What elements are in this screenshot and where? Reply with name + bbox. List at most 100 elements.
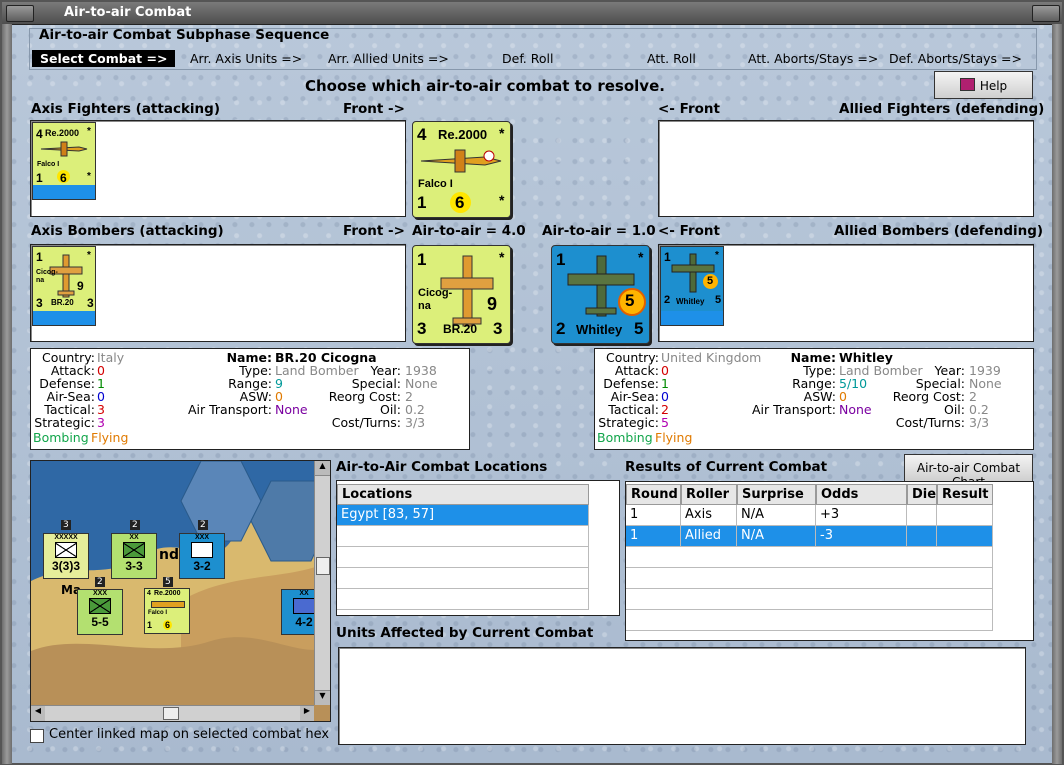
axis-bomber-counter-small[interactable]: 1 * Cicog- na 9 3 BR.20 3 bbox=[32, 246, 96, 326]
results-cell[interactable]: 1 bbox=[626, 505, 681, 526]
counter-name: Cicog- na bbox=[36, 269, 58, 284]
scroll-up-arrow-icon[interactable]: ▲ bbox=[315, 461, 330, 476]
scroll-thumb[interactable] bbox=[163, 707, 179, 720]
counter-strategic: 5 bbox=[625, 291, 635, 310]
results-col-header[interactable]: Result bbox=[937, 484, 993, 505]
axis-bombers-panel[interactable]: 1 * Cicog- na 9 3 BR.20 3 bbox=[30, 244, 406, 342]
bombing-flag: Bombing bbox=[597, 430, 653, 445]
counter-star: * bbox=[499, 249, 505, 265]
air-to-air-combat-chart-button[interactable]: Air-to-air Combat Chart bbox=[904, 454, 1033, 489]
cost-turns-label: Cost/Turns: bbox=[895, 415, 965, 430]
front-left-label-2: <- Front bbox=[658, 223, 720, 239]
results-cell[interactable]: N/A bbox=[737, 505, 816, 526]
window-close-button[interactable] bbox=[1032, 5, 1060, 22]
results-col-header[interactable]: Round bbox=[626, 484, 681, 505]
location-row[interactable]: Egypt [83, 57] bbox=[337, 505, 589, 526]
fighter-plane-icon bbox=[420, 149, 502, 173]
units-affected-heading: Units Affected by Current Combat bbox=[336, 625, 594, 641]
results-col-header[interactable]: Odds bbox=[816, 484, 907, 505]
cost-turns-value: 3/3 bbox=[405, 415, 426, 430]
axis-fighter-counter-small[interactable]: 4 Re.2000 * Falco I 1 6 * bbox=[32, 122, 96, 200]
counter-star: * bbox=[715, 250, 719, 261]
allied-unit-info-panel: Country: United Kingdom Attack: 0 Defens… bbox=[594, 348, 1034, 450]
results-cell[interactable]: +3 bbox=[816, 505, 907, 526]
counter-range: 6 bbox=[455, 193, 465, 212]
counter-star-2: * bbox=[87, 171, 91, 182]
counter-subname: Falco I bbox=[418, 178, 453, 190]
map-air-counter[interactable]: 4 Re.2000 Falco I 1 6 bbox=[144, 588, 190, 634]
allied-bombers-panel[interactable]: 1 * 5 2 Whitley 5 bbox=[658, 244, 1034, 342]
results-cell[interactable] bbox=[937, 505, 993, 526]
location-row-empty bbox=[337, 547, 589, 568]
window-title: Air-to-air Combat bbox=[64, 5, 192, 20]
results-cell[interactable] bbox=[907, 505, 937, 526]
map-unit-counter[interactable]: XXX 5-5 bbox=[77, 589, 123, 635]
allied-bombers-label: Allied Bombers (defending) bbox=[834, 223, 1044, 239]
unit-size: XX bbox=[129, 534, 139, 541]
results-col-header[interactable]: Die bbox=[907, 484, 937, 505]
results-cell[interactable]: 1 bbox=[626, 526, 681, 547]
step-select-combat: Select Combat => bbox=[32, 50, 176, 67]
map-place-label: nd bbox=[159, 547, 179, 563]
strategic-label: Strategic: bbox=[34, 415, 95, 430]
stack-count: 2 bbox=[198, 520, 208, 530]
center-map-checkbox[interactable] bbox=[30, 729, 44, 743]
counter-defense: 1 bbox=[147, 620, 153, 630]
allied-bomber-counter-small[interactable]: 1 * 5 2 Whitley 5 bbox=[660, 246, 724, 326]
map-horizontal-scrollbar[interactable]: ◀ ▶ bbox=[31, 705, 314, 721]
axis-fighters-label: Axis Fighters (attacking) bbox=[31, 101, 220, 117]
locations-column-header[interactable]: Locations bbox=[337, 484, 589, 505]
results-cell[interactable] bbox=[907, 526, 937, 547]
unit-symbol-icon bbox=[191, 542, 213, 558]
map-unit-counter[interactable]: XX 3-3 bbox=[111, 533, 157, 579]
counter-range: 3 bbox=[87, 296, 94, 310]
results-col-header[interactable]: Surprise bbox=[737, 484, 816, 505]
front-right-label-2: Front -> bbox=[343, 223, 405, 239]
results-empty-row bbox=[626, 547, 993, 568]
scroll-left-arrow-icon[interactable]: ◀ bbox=[31, 706, 45, 721]
counter-attack: 1 bbox=[664, 250, 671, 264]
scroll-right-arrow-icon[interactable]: ▶ bbox=[300, 706, 314, 721]
counter-attack: 4 bbox=[417, 125, 427, 144]
step-att-roll: Att. Roll bbox=[647, 51, 696, 66]
counter-model: BR.20 bbox=[443, 322, 478, 336]
counter-range: 6 bbox=[163, 620, 173, 630]
step-def-roll: Def. Roll bbox=[502, 51, 554, 66]
location-row-empty bbox=[337, 568, 589, 589]
window-menu-button[interactable] bbox=[6, 5, 34, 22]
infantry-symbol-icon bbox=[89, 598, 111, 614]
counter-strategic: 5 bbox=[707, 275, 714, 287]
counter-star: * bbox=[638, 249, 644, 265]
mini-map[interactable]: nd Ma 3 XXXXX 3(3)3 2 XX 3-3 2 XXX 3-2 2… bbox=[30, 460, 331, 722]
results-cell[interactable] bbox=[937, 526, 993, 547]
dialog-window: Air-to-air Combat Air-to-air Combat Subp… bbox=[0, 0, 1064, 765]
counter-strategic: 9 bbox=[487, 294, 498, 314]
results-cell[interactable]: N/A bbox=[737, 526, 816, 547]
help-book-icon bbox=[959, 78, 975, 91]
scroll-thumb[interactable] bbox=[316, 557, 330, 575]
axis-bomber-counter-large: 1 * Cicog- na 9 3 BR.20 3 bbox=[412, 245, 511, 344]
allied-fighters-panel[interactable] bbox=[658, 120, 1034, 217]
locations-heading: Air-to-Air Combat Locations bbox=[336, 459, 548, 475]
counter-attack: 1 bbox=[36, 250, 43, 264]
results-cell[interactable]: Allied bbox=[681, 526, 737, 547]
title-bar[interactable]: Air-to-air Combat bbox=[2, 2, 1062, 25]
results-cell[interactable]: -3 bbox=[816, 526, 907, 547]
counter-star: * bbox=[87, 126, 91, 137]
counter-subname: Falco I bbox=[148, 610, 168, 616]
results-col-header[interactable]: Roller bbox=[681, 484, 737, 505]
allied-air-to-air-value: Air-to-air = 1.0 bbox=[542, 223, 656, 239]
counter-defense: 3 bbox=[417, 319, 427, 338]
map-unit-counter[interactable]: XXX 3-2 bbox=[179, 533, 225, 579]
axis-bombers-label: Axis Bombers (attacking) bbox=[31, 223, 224, 239]
scroll-down-arrow-icon[interactable]: ▼ bbox=[315, 690, 330, 705]
map-vertical-scrollbar[interactable]: ▲ ▼ bbox=[314, 461, 330, 705]
help-button[interactable]: Help bbox=[934, 71, 1033, 99]
counter-name: Cicog- na bbox=[418, 287, 453, 312]
counter-star: * bbox=[499, 125, 505, 141]
map-unit-counter[interactable]: XXXXX 3(3)3 bbox=[43, 533, 89, 579]
results-cell[interactable]: Axis bbox=[681, 505, 737, 526]
counter-model: BR.20 bbox=[51, 298, 74, 307]
axis-air-to-air-value: Air-to-air = 4.0 bbox=[412, 223, 526, 239]
axis-fighters-panel[interactable]: 4 Re.2000 * Falco I 1 6 * bbox=[30, 120, 406, 217]
